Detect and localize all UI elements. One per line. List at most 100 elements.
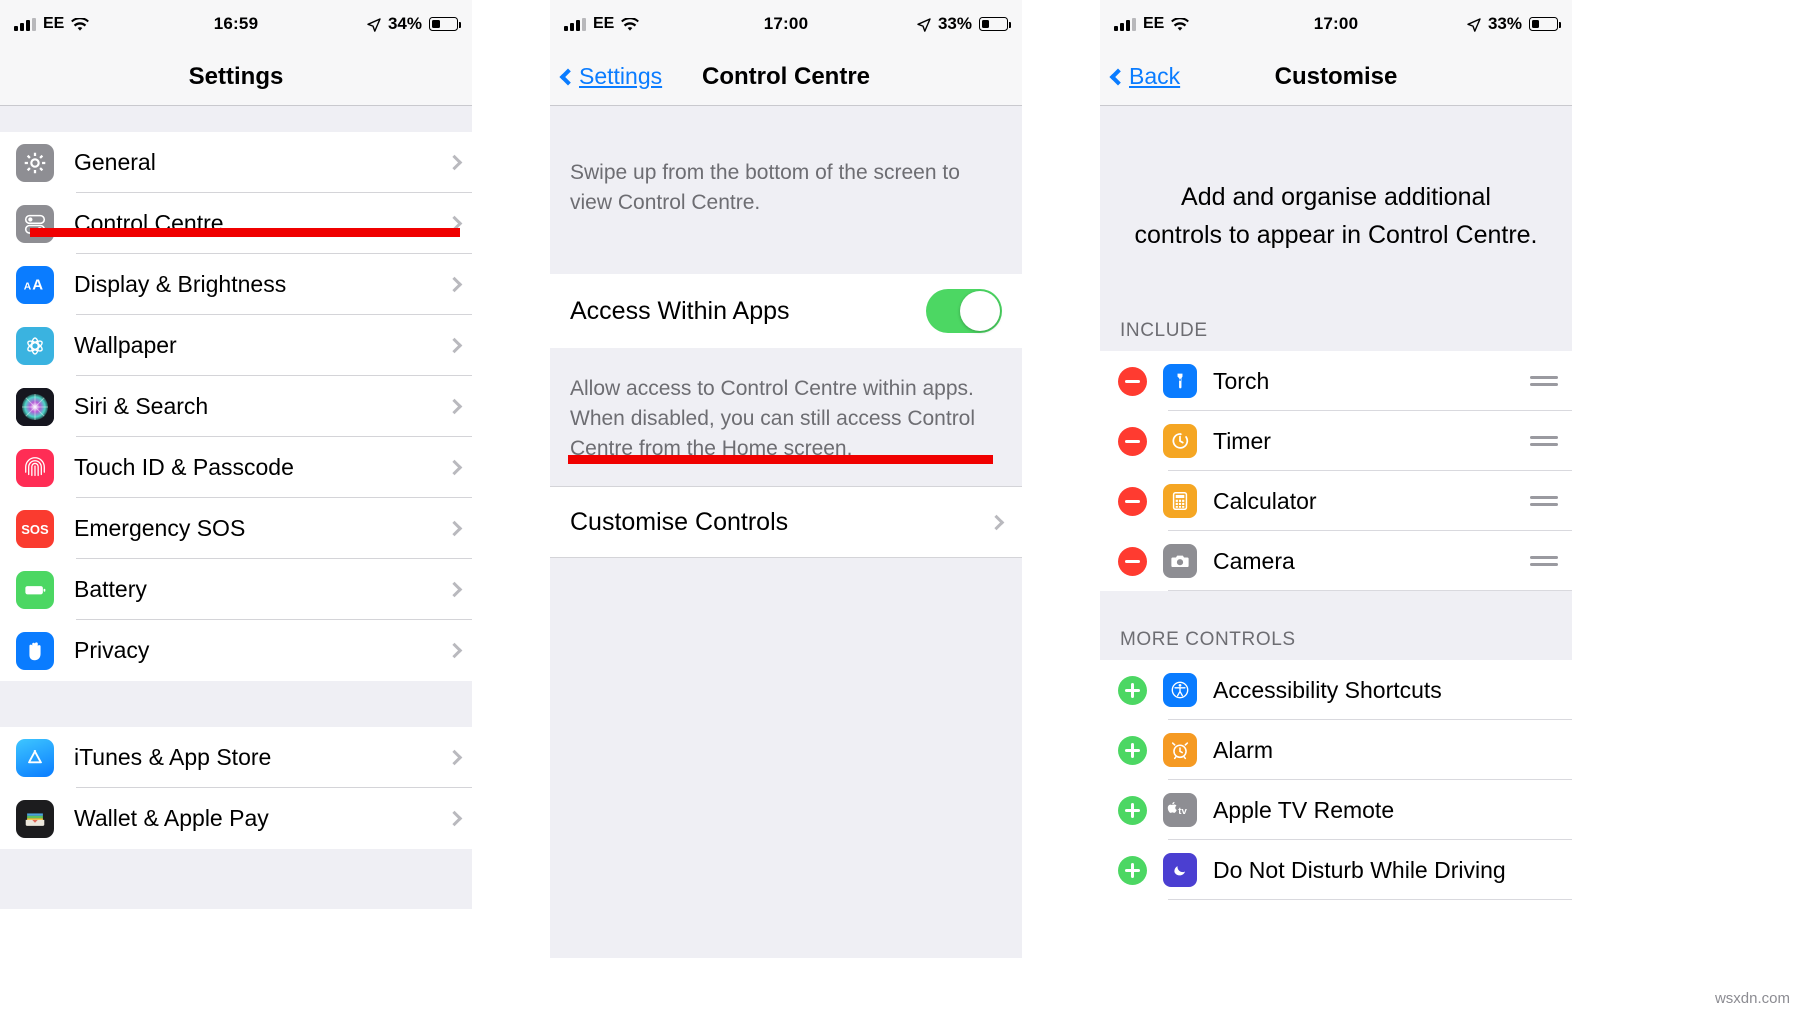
battery-icon — [16, 570, 54, 609]
status-left: EE — [1114, 15, 1190, 33]
settings-group-primary: General Control Centre A A Display & Bri… — [0, 132, 472, 681]
chevron-right-icon — [446, 810, 463, 827]
list-bottom-filler — [0, 909, 472, 949]
drag-handle-icon[interactable] — [1530, 552, 1558, 569]
list-item-camera[interactable]: Camera — [1100, 531, 1572, 591]
status-bar: EE 16:59 34% — [0, 0, 472, 48]
nav-bar: Settings Control Centre — [550, 48, 1022, 106]
dnd-driving-icon — [1163, 853, 1197, 887]
sidebar-item-general[interactable]: General — [0, 132, 472, 193]
customise-description: Add and organise additional controls to … — [1100, 106, 1572, 294]
list-item-timer[interactable]: Timer — [1100, 411, 1572, 471]
sidebar-item-label: Siri & Search — [74, 393, 209, 419]
privacy-hand-icon — [16, 631, 54, 670]
page-title: Settings — [188, 62, 284, 90]
torch-icon — [1163, 364, 1197, 398]
chevron-right-icon — [446, 520, 463, 537]
sidebar-item-touch-id-passcode[interactable]: Touch ID & Passcode — [0, 437, 472, 498]
remove-icon[interactable] — [1118, 486, 1147, 516]
list-item-apple-tv-remote[interactable]: tv Apple TV Remote — [1100, 780, 1572, 840]
sidebar-item-display-brightness[interactable]: AA Display & Brightness — [0, 254, 472, 315]
list-item-dnd-while-driving[interactable]: Do Not Disturb While Driving — [1100, 840, 1572, 900]
status-left: EE — [14, 15, 90, 33]
access-within-apps-toggle[interactable] — [926, 289, 1002, 333]
battery-icon — [429, 17, 461, 31]
back-button-settings[interactable]: Settings — [559, 63, 662, 90]
sidebar-item-wallpaper[interactable]: Wallpaper — [0, 315, 472, 376]
sidebar-item-emergency-sos[interactable]: SOS Emergency SOS — [0, 498, 472, 559]
battery-percent-label: 34% — [387, 14, 422, 33]
signal-bars-icon — [1114, 17, 1136, 31]
annotation-underline-customise-controls — [568, 455, 993, 464]
list-item-label: Calculator — [1213, 487, 1317, 514]
location-arrow-icon — [917, 17, 931, 32]
drag-handle-icon[interactable] — [1530, 492, 1558, 509]
remove-icon[interactable] — [1118, 426, 1147, 456]
settings-group-store: iTunes & App Store Wallet & Apple Pay — [0, 727, 472, 849]
chevron-right-icon — [446, 749, 463, 766]
remove-icon[interactable] — [1118, 546, 1147, 576]
chevron-left-icon — [1109, 68, 1127, 85]
sidebar-item-label: Touch ID & Passcode — [74, 454, 294, 480]
add-icon[interactable] — [1118, 735, 1147, 765]
list-bottom-gap — [0, 849, 472, 909]
list-item-alarm[interactable]: Alarm — [1100, 720, 1572, 780]
battery-icon — [1529, 17, 1561, 31]
drag-handle-icon[interactable] — [1530, 432, 1558, 449]
sidebar-item-siri-search[interactable]: Siri & Search — [0, 376, 472, 437]
customise-controls-row[interactable]: Customise Controls — [550, 486, 1022, 558]
chevron-right-icon — [446, 581, 463, 598]
customise-controls-label: Customise Controls — [570, 507, 789, 536]
svg-text:A: A — [32, 276, 43, 293]
sidebar-item-control-centre[interactable]: Control Centre — [0, 193, 472, 254]
list-item-torch[interactable]: Torch — [1100, 351, 1572, 411]
carrier-label: EE — [43, 15, 65, 32]
sidebar-item-label: General — [74, 149, 156, 175]
sidebar-item-privacy[interactable]: Privacy — [0, 620, 472, 681]
sidebar-item-wallet-apple-pay[interactable]: Wallet & Apple Pay — [0, 788, 472, 849]
remove-icon[interactable] — [1118, 366, 1147, 396]
watermark: wsxdn.com — [1714, 990, 1790, 1007]
apple-tv-remote-icon: tv — [1163, 793, 1197, 827]
list-item-accessibility-shortcuts[interactable]: Accessibility Shortcuts — [1100, 660, 1572, 720]
status-right: 34% — [367, 14, 461, 34]
chevron-right-icon — [988, 514, 1005, 530]
screenshot-stage: EE 16:59 34% Settings General Control Ce… — [0, 0, 1800, 1013]
list-item-calculator[interactable]: Calculator — [1100, 471, 1572, 531]
wifi-icon — [71, 17, 90, 31]
status-bar: EE 17:00 33% — [550, 0, 1022, 48]
wallet-icon — [16, 799, 54, 838]
list-item-label: Apple TV Remote — [1213, 796, 1395, 823]
display-brightness-icon: AA — [16, 265, 54, 304]
access-within-apps-row[interactable]: Access Within Apps — [550, 274, 1022, 348]
chevron-right-icon — [446, 337, 463, 354]
drag-handle-icon[interactable] — [1530, 372, 1558, 389]
access-within-apps-label: Access Within Apps — [570, 296, 790, 325]
status-left: EE — [564, 15, 640, 33]
signal-bars-icon — [564, 17, 586, 31]
section-header-more-controls: MORE CONTROLS — [1100, 591, 1572, 660]
alarm-icon — [1163, 733, 1197, 767]
battery-icon — [979, 17, 1011, 31]
phone-screen-customise: EE 17:00 33% Back Customise Add and orga — [1100, 0, 1572, 1013]
add-icon[interactable] — [1118, 855, 1147, 885]
wifi-icon — [1171, 17, 1190, 31]
sidebar-item-battery[interactable]: Battery — [0, 559, 472, 620]
status-right: 33% — [1467, 14, 1561, 34]
add-icon[interactable] — [1118, 795, 1147, 825]
sidebar-item-itunes-app-store[interactable]: iTunes & App Store — [0, 727, 472, 788]
sidebar-item-label: Battery — [74, 576, 147, 602]
include-list: Torch Timer Calculator Camera — [1100, 351, 1572, 591]
add-icon[interactable] — [1118, 675, 1147, 705]
footnote-allow-access: Allow access to Control Centre within ap… — [550, 348, 1022, 486]
status-right: 33% — [917, 14, 1011, 34]
siri-icon — [16, 387, 54, 426]
chevron-right-icon — [446, 154, 463, 171]
app-store-icon — [16, 738, 54, 777]
list-item-label: Accessibility Shortcuts — [1213, 676, 1442, 703]
back-button[interactable]: Back — [1109, 63, 1180, 90]
signal-bars-icon — [14, 17, 36, 31]
sidebar-item-label: Wallet & Apple Pay — [74, 805, 269, 831]
svg-text:tv: tv — [1178, 806, 1187, 817]
empty-area — [550, 558, 1022, 958]
